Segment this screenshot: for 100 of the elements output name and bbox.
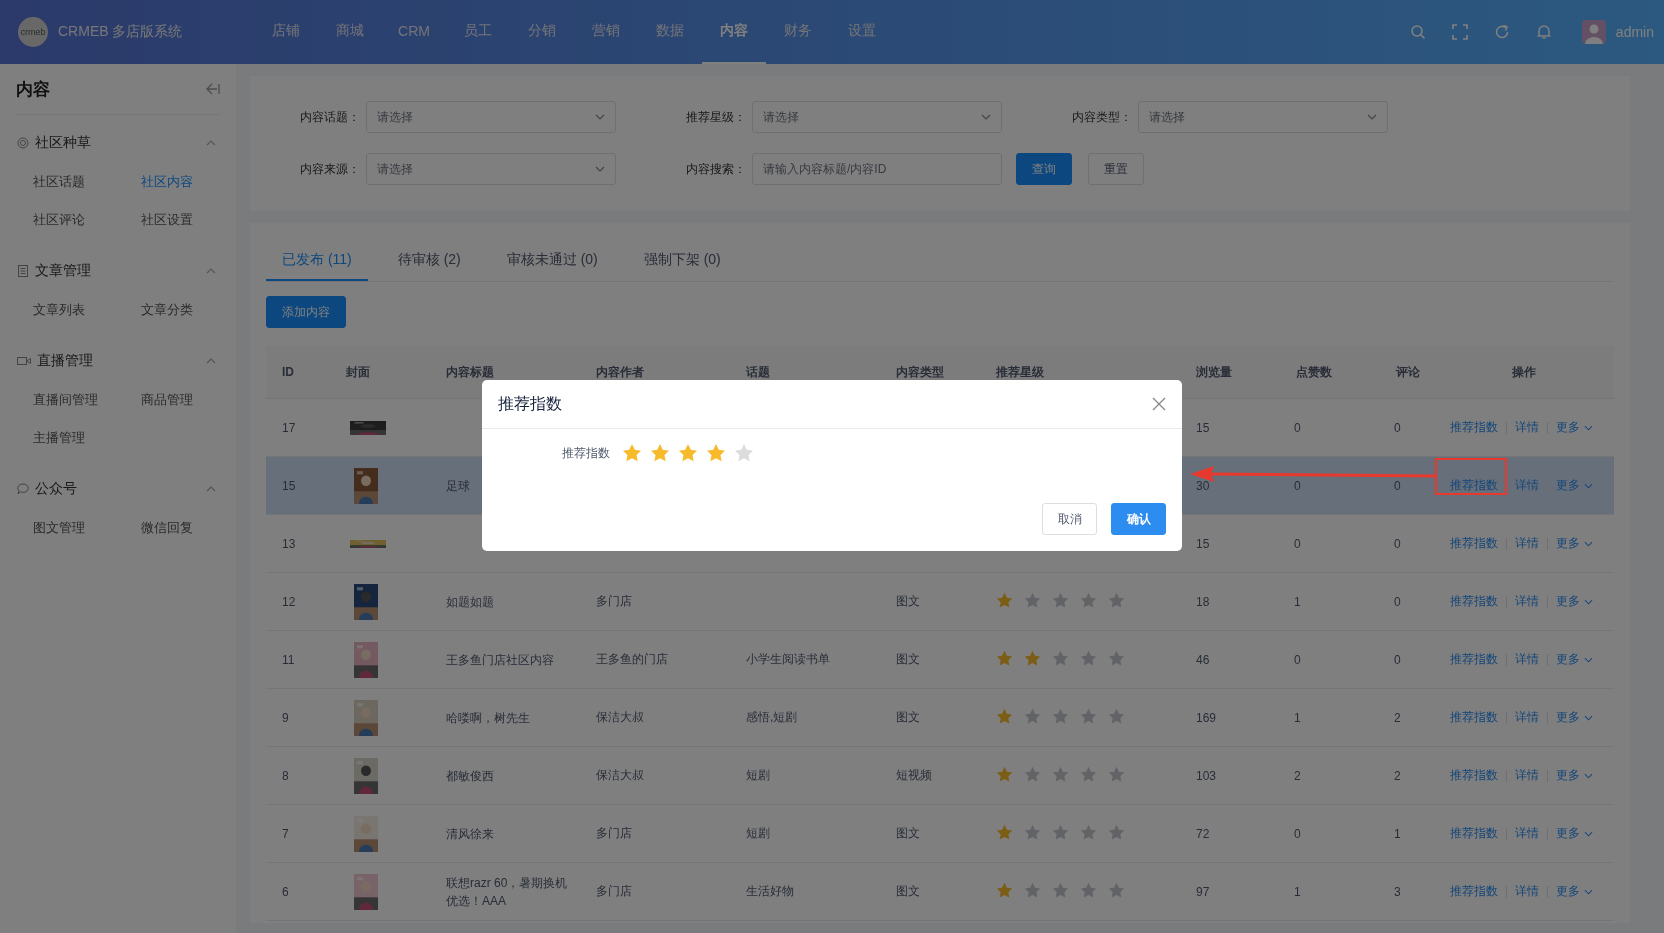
action-link[interactable]: 详情 [1515, 477, 1539, 494]
status-tab[interactable]: 待审核 (2) [381, 251, 477, 281]
table-row: 12 如题如题 多门店 图文 18 1 0 推荐指数 详情 更多 [266, 573, 1614, 631]
status-tab[interactable]: 审核未通过 (0) [490, 251, 614, 281]
nav-tab[interactable]: 数据 [638, 0, 702, 64]
action-link[interactable]: 推荐指数 [1450, 535, 1498, 552]
action-link[interactable]: 详情 [1515, 767, 1539, 784]
fullscreen-icon[interactable] [1451, 24, 1468, 40]
action-link[interactable]: 详情 [1515, 709, 1539, 726]
status-tab[interactable]: 已发布 (11) [266, 251, 368, 281]
add-content-button[interactable]: 添加内容 [266, 296, 346, 328]
menu-group[interactable]: 文章管理 [0, 257, 236, 285]
nav-tab[interactable]: 商城 [318, 0, 382, 64]
action-link[interactable]: 详情 [1515, 593, 1539, 610]
search-field[interactable]: 请输入内容标题/内容ID [752, 153, 1002, 185]
menu-item[interactable]: 商品管理 [141, 381, 241, 419]
action-link[interactable]: 详情 [1515, 651, 1539, 668]
select-field[interactable]: 请选择 [366, 153, 616, 185]
more-dropdown[interactable]: 更多 [1556, 825, 1593, 842]
more-dropdown[interactable]: 更多 [1556, 767, 1593, 784]
refresh-icon[interactable] [1493, 24, 1510, 40]
action-link[interactable]: 推荐指数 [1450, 883, 1498, 900]
nav-tab[interactable]: 财务 [766, 0, 830, 64]
action-link[interactable]: 推荐指数 [1450, 651, 1498, 668]
action-link[interactable]: 详情 [1515, 419, 1539, 436]
menu-group[interactable]: 公众号 [0, 475, 236, 503]
menu-item[interactable]: 社区评论 [33, 201, 141, 239]
empty-star-icon [1024, 881, 1041, 899]
menu-item[interactable]: 文章分类 [141, 291, 241, 329]
menu-item[interactable]: 图文管理 [33, 509, 141, 547]
status-tab[interactable]: 强制下架 (0) [627, 251, 737, 281]
nav-tab[interactable]: 设置 [830, 0, 894, 64]
nav-tab[interactable]: 内容 [702, 0, 766, 64]
nav-tab[interactable]: 店铺 [254, 0, 318, 64]
user-name[interactable]: admin [1615, 24, 1654, 40]
action-link[interactable]: 详情 [1515, 535, 1539, 552]
avatar-icon[interactable] [1581, 20, 1606, 44]
nav-tab[interactable]: 员工 [446, 0, 510, 64]
chevron-down-icon [1584, 714, 1593, 721]
column-header: 封面 [345, 363, 371, 381]
reset-button[interactable]: 重置 [1088, 153, 1144, 185]
empty-star-icon [1052, 765, 1069, 783]
action-link[interactable]: 推荐指数 [1450, 709, 1498, 726]
menu-item[interactable]: 微信回复 [141, 509, 241, 547]
menu-group[interactable]: 直播管理 [0, 347, 236, 375]
nav-tab[interactable]: 营销 [574, 0, 638, 64]
nav-tab[interactable]: CRM [382, 0, 446, 64]
action-link[interactable]: 详情 [1515, 825, 1539, 842]
action-link[interactable]: 推荐指数 [1450, 593, 1498, 610]
column-header: 话题 [745, 363, 771, 381]
empty-star-icon [1080, 881, 1097, 899]
action-link[interactable]: 详情 [1515, 883, 1539, 900]
empty-star-icon [1052, 649, 1069, 667]
menu-group[interactable]: 社区种草 [0, 129, 236, 157]
action-link[interactable]: 推荐指数 [1450, 477, 1498, 494]
confirm-button[interactable]: 确认 [1111, 503, 1166, 535]
filled-star-icon[interactable] [622, 443, 642, 463]
filled-star-icon[interactable] [650, 443, 670, 463]
close-icon[interactable] [1152, 397, 1166, 411]
empty-star-icon[interactable] [734, 443, 754, 463]
menu-item[interactable]: 直播间管理 [33, 381, 141, 419]
action-link[interactable]: 推荐指数 [1450, 825, 1498, 842]
more-dropdown[interactable]: 更多 [1556, 651, 1593, 668]
menu-item[interactable]: 文章列表 [33, 291, 141, 329]
more-dropdown[interactable]: 更多 [1556, 883, 1593, 900]
select-field[interactable]: 请选择 [366, 101, 616, 133]
action-link[interactable]: 推荐指数 [1450, 767, 1498, 784]
more-dropdown[interactable]: 更多 [1556, 593, 1593, 610]
more-dropdown[interactable]: 更多 [1556, 419, 1593, 436]
action-link[interactable]: 推荐指数 [1450, 419, 1498, 436]
more-dropdown[interactable]: 更多 [1556, 535, 1593, 552]
dialog-title: 推荐指数 [498, 393, 562, 414]
chevron-icon [206, 486, 216, 492]
table-cell-text: 9 [281, 710, 290, 725]
bell-icon[interactable] [1535, 24, 1552, 40]
menu-item[interactable]: 主播管理 [33, 419, 141, 457]
collapse-icon[interactable] [206, 83, 220, 95]
search-icon[interactable] [1409, 24, 1426, 40]
filled-star-icon[interactable] [678, 443, 698, 463]
cancel-button[interactable]: 取消 [1042, 503, 1097, 535]
nav-tab[interactable]: 分销 [510, 0, 574, 64]
table-cell-text: 12 [281, 594, 297, 609]
chevron-down-icon [1584, 830, 1593, 837]
filled-star-icon [996, 707, 1013, 725]
select-field[interactable]: 请选择 [1138, 101, 1388, 133]
sidebar-title: 内容 [16, 78, 50, 101]
menu-item[interactable]: 社区内容 [141, 163, 241, 201]
chevron-down-icon [1367, 114, 1377, 120]
column-header: 内容类型 [895, 363, 945, 381]
more-dropdown[interactable]: 更多 [1556, 477, 1593, 494]
more-dropdown[interactable]: 更多 [1556, 709, 1593, 726]
empty-star-icon [1108, 823, 1125, 841]
select-field[interactable]: 请选择 [752, 101, 1002, 133]
query-button[interactable]: 查询 [1016, 153, 1072, 185]
menu-item[interactable]: 社区设置 [141, 201, 241, 239]
menu-item[interactable]: 社区话题 [33, 163, 141, 201]
filter-label: 推荐星级： [685, 108, 747, 126]
table-row: 6 联想razr 60，暑期换机优选！AAA 多门店 生活好物 图文 97 1 3 推荐指数 详情 更多 [266, 863, 1614, 921]
filled-star-icon[interactable] [706, 443, 726, 463]
table-cell-text: 13 [281, 536, 297, 551]
